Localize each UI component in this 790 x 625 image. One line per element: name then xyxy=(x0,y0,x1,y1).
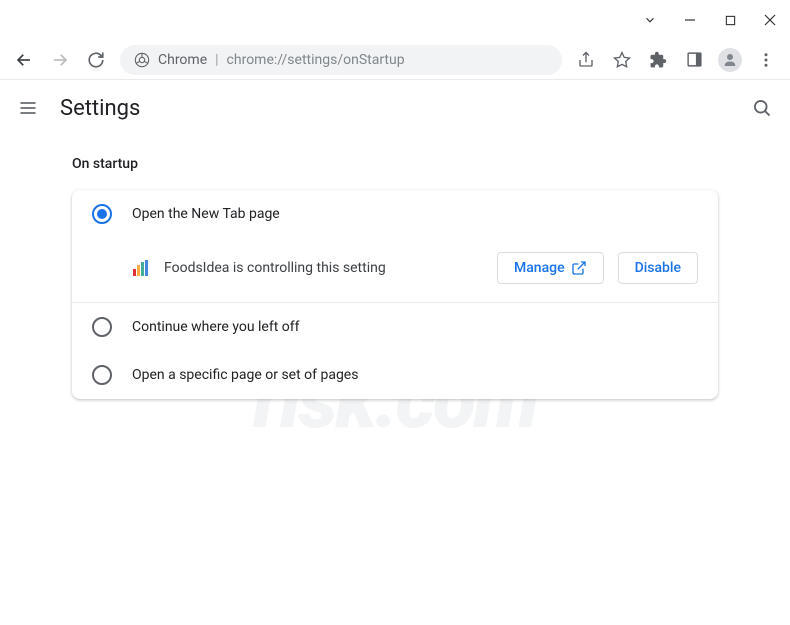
radio-unselected[interactable] xyxy=(92,365,112,385)
disable-button[interactable]: Disable xyxy=(618,252,698,284)
radio-selected[interactable] xyxy=(92,204,112,224)
extension-notice: FoodsIdea is controlling this setting Ma… xyxy=(72,238,718,303)
hamburger-icon[interactable] xyxy=(16,96,40,120)
extension-text: FoodsIdea is controlling this setting xyxy=(164,260,483,276)
forward-button[interactable] xyxy=(44,44,76,76)
manage-button[interactable]: Manage xyxy=(497,252,604,284)
back-button[interactable] xyxy=(8,44,40,76)
address-bar[interactable]: Chrome | chrome://settings/onStartup xyxy=(120,45,562,75)
chrome-icon xyxy=(134,52,150,68)
window-titlebar xyxy=(0,0,790,40)
minimize-icon[interactable] xyxy=(682,12,698,28)
option-specific-pages[interactable]: Open a specific page or set of pages xyxy=(72,351,718,399)
toolbar: Chrome | chrome://settings/onStartup xyxy=(0,40,790,80)
reload-button[interactable] xyxy=(80,44,112,76)
manage-label: Manage xyxy=(514,260,565,276)
content-area: On startup Open the New Tab page FoodsId… xyxy=(0,136,790,419)
section-heading: On startup xyxy=(72,156,718,172)
sidepanel-icon[interactable] xyxy=(678,44,710,76)
settings-card: Open the New Tab page FoodsIdea is contr… xyxy=(72,190,718,399)
option-continue[interactable]: Continue where you left off xyxy=(72,303,718,351)
search-icon[interactable] xyxy=(750,96,774,120)
option-new-tab[interactable]: Open the New Tab page xyxy=(72,190,718,238)
omnibox-label: Chrome xyxy=(158,52,207,68)
omnibox-separator: | xyxy=(215,52,218,68)
option-label: Continue where you left off xyxy=(132,319,300,335)
avatar-icon xyxy=(718,48,742,72)
chevron-down-icon[interactable] xyxy=(642,12,658,28)
settings-header: Settings xyxy=(0,80,790,136)
close-icon[interactable] xyxy=(762,12,778,28)
bookmark-icon[interactable] xyxy=(606,44,638,76)
share-icon[interactable] xyxy=(570,44,602,76)
radio-unselected[interactable] xyxy=(92,317,112,337)
option-label: Open the New Tab page xyxy=(132,206,280,222)
menu-icon[interactable] xyxy=(750,44,782,76)
omnibox-url: chrome://settings/onStartup xyxy=(227,52,405,68)
maximize-icon[interactable] xyxy=(722,12,738,28)
page-title: Settings xyxy=(60,96,140,121)
external-link-icon xyxy=(571,260,587,276)
option-label: Open a specific page or set of pages xyxy=(132,367,358,383)
extension-favicon xyxy=(132,259,150,277)
extensions-icon[interactable] xyxy=(642,44,674,76)
profile-button[interactable] xyxy=(714,44,746,76)
disable-label: Disable xyxy=(635,260,681,276)
